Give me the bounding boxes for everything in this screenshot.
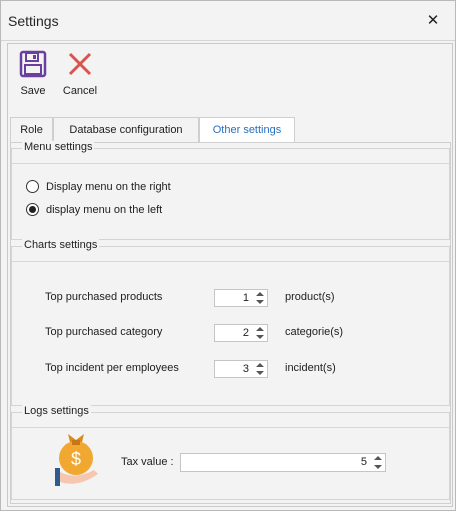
tab-other-settings[interactable]: Other settings [199,117,295,143]
close-x-icon [68,52,92,76]
top-products-spinner[interactable]: 1 [214,289,268,307]
settings-content: Save Cancel Role Database configuration … [7,43,453,507]
spinner-value: 1 [242,292,249,304]
logs-settings-group: Logs settings $ Tax value : 5 [11,405,450,500]
radio-dot [29,206,36,213]
svg-text:$: $ [71,449,81,469]
charts-settings-group: Charts settings Top purchased products 1… [11,239,450,406]
menu-settings-group: Menu settings Display menu on the right … [11,141,450,240]
top-products-label: Top purchased products [45,291,163,303]
tax-value-spinner[interactable]: 5 [180,453,386,472]
title-bar: Settings ✕ [1,1,455,41]
top-category-unit: categorie(s) [285,326,344,338]
save-button[interactable]: Save [16,50,50,97]
spin-up-icon[interactable] [256,327,264,331]
spin-down-icon[interactable] [256,300,264,304]
top-products-unit: product(s) [285,291,335,303]
radio-circle-selected [26,203,39,216]
group-divider [12,163,449,164]
tab-role[interactable]: Role [10,117,53,142]
radio-label: display menu on the left [46,204,163,216]
logs-settings-title: Logs settings [22,405,91,417]
floppy-disk-icon [19,50,47,78]
spinner-arrows[interactable] [255,326,265,340]
other-settings-panel: Menu settings Display menu on the right … [10,141,451,504]
tax-value-label: Tax value : [121,456,174,468]
top-incident-label: Top incident per employees [45,362,179,374]
spinner-value: 5 [360,456,367,468]
close-icon[interactable]: ✕ [421,9,445,33]
spin-down-icon[interactable] [256,335,264,339]
cancel-button[interactable]: Cancel [60,50,100,97]
top-category-spinner[interactable]: 2 [214,324,268,342]
tab-database-configuration[interactable]: Database configuration [53,117,199,142]
group-divider [12,261,449,262]
top-incident-unit: incident(s) [285,362,336,374]
spinner-arrows[interactable] [255,362,265,376]
radio-label: Display menu on the right [46,181,171,193]
spin-up-icon[interactable] [256,363,264,367]
radio-circle [26,180,39,193]
charts-settings-title: Charts settings [22,239,100,251]
spinner-value: 3 [242,363,249,375]
spin-up-icon[interactable] [374,456,382,460]
top-incident-spinner[interactable]: 3 [214,360,268,378]
menu-settings-title: Menu settings [22,141,95,153]
top-category-label: Top purchased category [45,326,163,338]
spin-down-icon[interactable] [374,465,382,469]
spinner-arrows[interactable] [373,455,383,470]
spinner-arrows[interactable] [255,291,265,305]
tab-strip: Role Database configuration Other settin… [8,117,452,143]
window-title: Settings [8,13,59,29]
spin-down-icon[interactable] [256,371,264,375]
spin-up-icon[interactable] [256,292,264,296]
money-bag-hand-icon: $ [55,434,98,486]
spinner-value: 2 [242,327,249,339]
settings-window: Settings ✕ Save Cancel Role Database con… [0,0,456,511]
cancel-label: Cancel [62,85,98,97]
save-label: Save [20,85,46,97]
